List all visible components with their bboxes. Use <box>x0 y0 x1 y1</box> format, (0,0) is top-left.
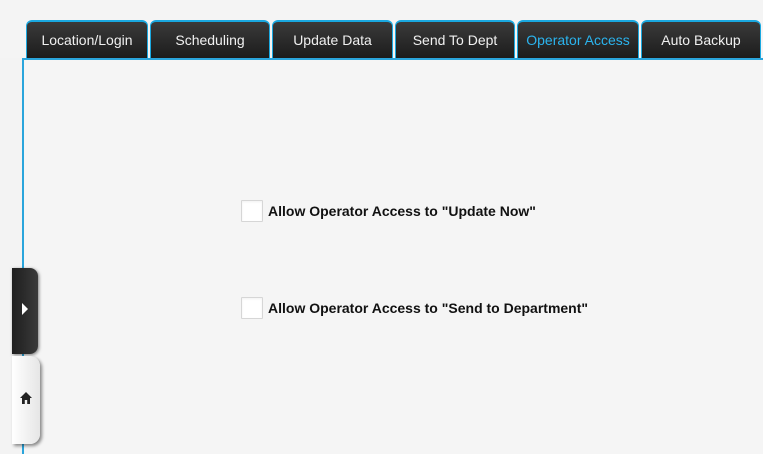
home-icon <box>19 391 33 410</box>
send-to-department-option[interactable]: Allow Operator Access to "Send to Depart… <box>241 297 588 319</box>
settings-tab-bar: Location/Login Scheduling Update Data Se… <box>26 20 763 58</box>
expand-drawer-button[interactable] <box>12 268 38 354</box>
home-button[interactable] <box>12 356 40 444</box>
tab-location-login[interactable]: Location/Login <box>26 20 148 58</box>
send-to-department-label: Allow Operator Access to "Send to Depart… <box>268 300 589 316</box>
tab-auto-backup[interactable]: Auto Backup <box>641 20 761 58</box>
tab-scheduling[interactable]: Scheduling <box>150 20 270 58</box>
tab-update-data[interactable]: Update Data <box>272 20 393 58</box>
update-now-option[interactable]: Allow Operator Access to "Update Now" <box>241 200 536 222</box>
operator-access-panel <box>22 58 763 454</box>
update-now-checkbox[interactable] <box>241 200 263 222</box>
update-now-label: Allow Operator Access to "Update Now" <box>268 203 536 219</box>
send-to-department-checkbox[interactable] <box>241 297 263 319</box>
tab-send-to-dept[interactable]: Send To Dept <box>395 20 515 58</box>
tab-operator-access[interactable]: Operator Access <box>517 20 639 58</box>
chevron-right-icon <box>20 302 30 321</box>
